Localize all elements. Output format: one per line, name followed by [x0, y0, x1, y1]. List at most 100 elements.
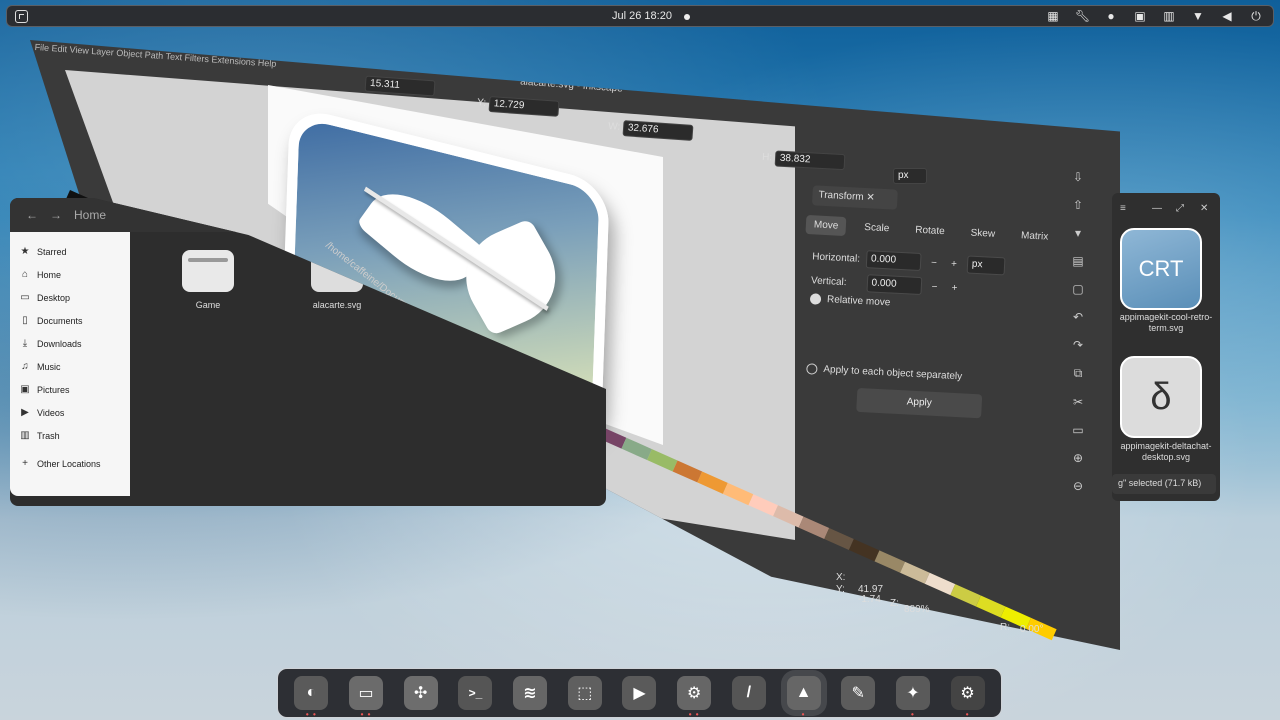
- dock-usb-writer[interactable]: ⬚: [567, 676, 602, 710]
- breadcrumb[interactable]: Home: [74, 208, 106, 222]
- vertical-row: Vertical: 0.000 − +: [811, 271, 962, 297]
- top-panel: Jul 26 18:20 ▦ 🔧︎ ● ▣ ▥ ▼ ◀ ⏻: [6, 5, 1274, 27]
- download-icon: ⤓: [22, 338, 28, 349]
- apply-button[interactable]: Apply: [856, 387, 983, 419]
- rotation-value[interactable]: 0.00°: [1020, 624, 1043, 635]
- sidebar-item-desktop[interactable]: ▭ Desktop: [10, 286, 130, 309]
- plus-button[interactable]: +: [947, 282, 962, 294]
- cut-icon[interactable]: ✂: [1073, 395, 1083, 409]
- dock-settings[interactable]: ⚙ •: [950, 676, 985, 719]
- print-icon[interactable]: ▤: [1072, 254, 1083, 268]
- dock: ◐ • • ▭ • • ✣ >_ ≋ ⬚ ▶ ⚙ • • / ▲ • ✎ ✦ • ⚙ •: [277, 668, 1002, 719]
- tab-rotate[interactable]: Rotate: [907, 220, 953, 241]
- volume-icon[interactable]: ◀: [1220, 9, 1234, 24]
- dock-spotify[interactable]: ≋: [513, 676, 548, 710]
- close-icon[interactable]: ✕: [1200, 203, 1208, 214]
- zoom-in-icon[interactable]: ⊕: [1073, 451, 1083, 465]
- sidebar-item-trash[interactable]: ▥ Trash: [10, 424, 130, 447]
- forward-icon[interactable]: →: [50, 208, 62, 222]
- clock[interactable]: Jul 26 18:20: [612, 10, 672, 22]
- files-nav: ← → Home: [26, 208, 106, 222]
- zoom-value[interactable]: 889%: [904, 604, 930, 615]
- apply-each-checkbox[interactable]: [806, 363, 818, 375]
- maximize-icon[interactable]: ⤢: [1176, 203, 1184, 214]
- sidebar-item-starred[interactable]: ★ Starred: [10, 240, 130, 263]
- dock-steam[interactable]: ⚙ • •: [677, 676, 712, 719]
- file-item-game[interactable]: Game: [178, 250, 238, 310]
- transform-panel: Transform ✕ Move Scale Rotate Skew Matri…: [794, 185, 1087, 459]
- minus-button[interactable]: −: [927, 281, 942, 293]
- folder-icon: [182, 250, 234, 292]
- notification-dot: [684, 14, 690, 20]
- sidebar-item-videos[interactable]: ▶ Videos: [10, 401, 130, 424]
- dock-krita[interactable]: ✦ •: [895, 676, 930, 719]
- move-unit-select[interactable]: px: [966, 255, 1006, 276]
- transform-tabs: Move Scale Rotate Skew Matrix: [805, 214, 1057, 247]
- tab-skew[interactable]: Skew: [962, 223, 1003, 244]
- tab-move[interactable]: Move: [805, 214, 847, 237]
- horizontal-input[interactable]: 0.000: [865, 250, 922, 272]
- cursor-y-label: Y:: [836, 584, 845, 595]
- minimize-icon[interactable]: —: [1152, 203, 1162, 214]
- apply-each-row[interactable]: Apply to each object separately: [806, 363, 962, 382]
- power-icon[interactable]: ⏻: [1249, 9, 1263, 24]
- paste-icon[interactable]: ▭: [1072, 423, 1083, 437]
- zoom-out-icon[interactable]: ⊖: [1073, 479, 1083, 493]
- export-icon[interactable]: ⇧: [1073, 198, 1083, 212]
- discord-icon[interactable]: ●: [1104, 9, 1118, 24]
- grid-icon[interactable]: ▦: [1046, 9, 1060, 24]
- plus-icon: +: [22, 458, 28, 469]
- zoom-label: Z:: [890, 598, 899, 609]
- sidebar-item-other-locations[interactable]: + Other Locations: [10, 452, 130, 475]
- unit-select[interactable]: px: [893, 168, 927, 184]
- inkscape-menubar[interactable]: File Edit View Layer Object Path Text Fi…: [34, 42, 276, 69]
- sidebar-item-pictures[interactable]: ▣ Pictures: [10, 378, 130, 401]
- file-label-crt: appimagekit-cool-retro-term.svg: [1119, 312, 1213, 333]
- dock-pen-tool[interactable]: /: [731, 676, 766, 710]
- relative-move-row[interactable]: Relative move: [809, 293, 891, 308]
- copy-icon[interactable]: ⧉: [1074, 366, 1083, 381]
- relative-move-checkbox[interactable]: [809, 293, 822, 305]
- system-tray: ▦ 🔧︎ ● ▣ ▥ ▼ ◀ ⏻: [1046, 9, 1263, 24]
- dock-firefox[interactable]: ◐ • •: [294, 676, 329, 719]
- tab-scale[interactable]: Scale: [856, 218, 898, 239]
- sidebar-item-home[interactable]: ⌂ Home: [10, 263, 130, 286]
- horizontal-label: Horizontal:: [811, 250, 861, 265]
- dock-terminal[interactable]: >_: [458, 676, 493, 710]
- dock-files[interactable]: ▭ • •: [349, 676, 384, 719]
- redo-icon[interactable]: ↷: [1073, 338, 1083, 352]
- dock-tweaks[interactable]: ✣: [403, 676, 438, 710]
- trash-icon[interactable]: ▥: [1162, 9, 1176, 24]
- deltachat-thumbnail[interactable]: δ: [1120, 356, 1202, 438]
- dock-media-player[interactable]: ▶: [622, 676, 657, 710]
- commands-toolbar: ⇩ ⇧ ▾ ▤ ▢ ↶ ↷ ⧉ ✂ ▭ ⊕ ⊖: [1068, 170, 1088, 493]
- plus-button[interactable]: +: [947, 258, 962, 270]
- dock-color-picker[interactable]: ✎: [841, 676, 876, 710]
- app-grid-icon[interactable]: [15, 10, 28, 23]
- vertical-label: Vertical:: [810, 274, 847, 288]
- crt-thumbnail[interactable]: CRT: [1120, 228, 1202, 310]
- save-icon[interactable]: ▾: [1075, 226, 1081, 240]
- dock-inkscape[interactable]: ▲ •: [786, 676, 821, 719]
- back-icon[interactable]: ←: [26, 208, 38, 222]
- document-props-icon[interactable]: ▢: [1072, 282, 1083, 296]
- vertical-input[interactable]: 0.000: [866, 274, 922, 296]
- transform-dock-tab[interactable]: Transform ✕: [811, 185, 898, 210]
- wifi-icon[interactable]: ▼: [1191, 9, 1205, 24]
- cursor-y-value: -1.74: [858, 594, 881, 605]
- files-window-secondary: ≡ — ⤢ ✕ CRT appimagekit-cool-retro-term.…: [1112, 193, 1220, 501]
- tab-matrix[interactable]: Matrix: [1013, 226, 1057, 247]
- clipboard-icon[interactable]: ▣: [1133, 9, 1147, 24]
- rotation-label: R:: [1000, 622, 1010, 633]
- undo-icon[interactable]: ↶: [1073, 310, 1083, 324]
- menu-icon[interactable]: ≡: [1120, 203, 1126, 214]
- documents-icon: ▯: [22, 315, 28, 326]
- home-icon: ⌂: [21, 269, 29, 280]
- minus-button[interactable]: −: [927, 257, 942, 269]
- wrench-icon[interactable]: 🔧︎: [1075, 9, 1090, 24]
- import-icon[interactable]: ⇩: [1073, 170, 1083, 184]
- sidebar-item-downloads[interactable]: ⤓ Downloads: [10, 332, 130, 355]
- sidebar-item-music[interactable]: ♫ Music: [10, 355, 130, 378]
- star-icon: ★: [20, 246, 30, 257]
- sidebar-item-documents[interactable]: ▯ Documents: [10, 309, 130, 332]
